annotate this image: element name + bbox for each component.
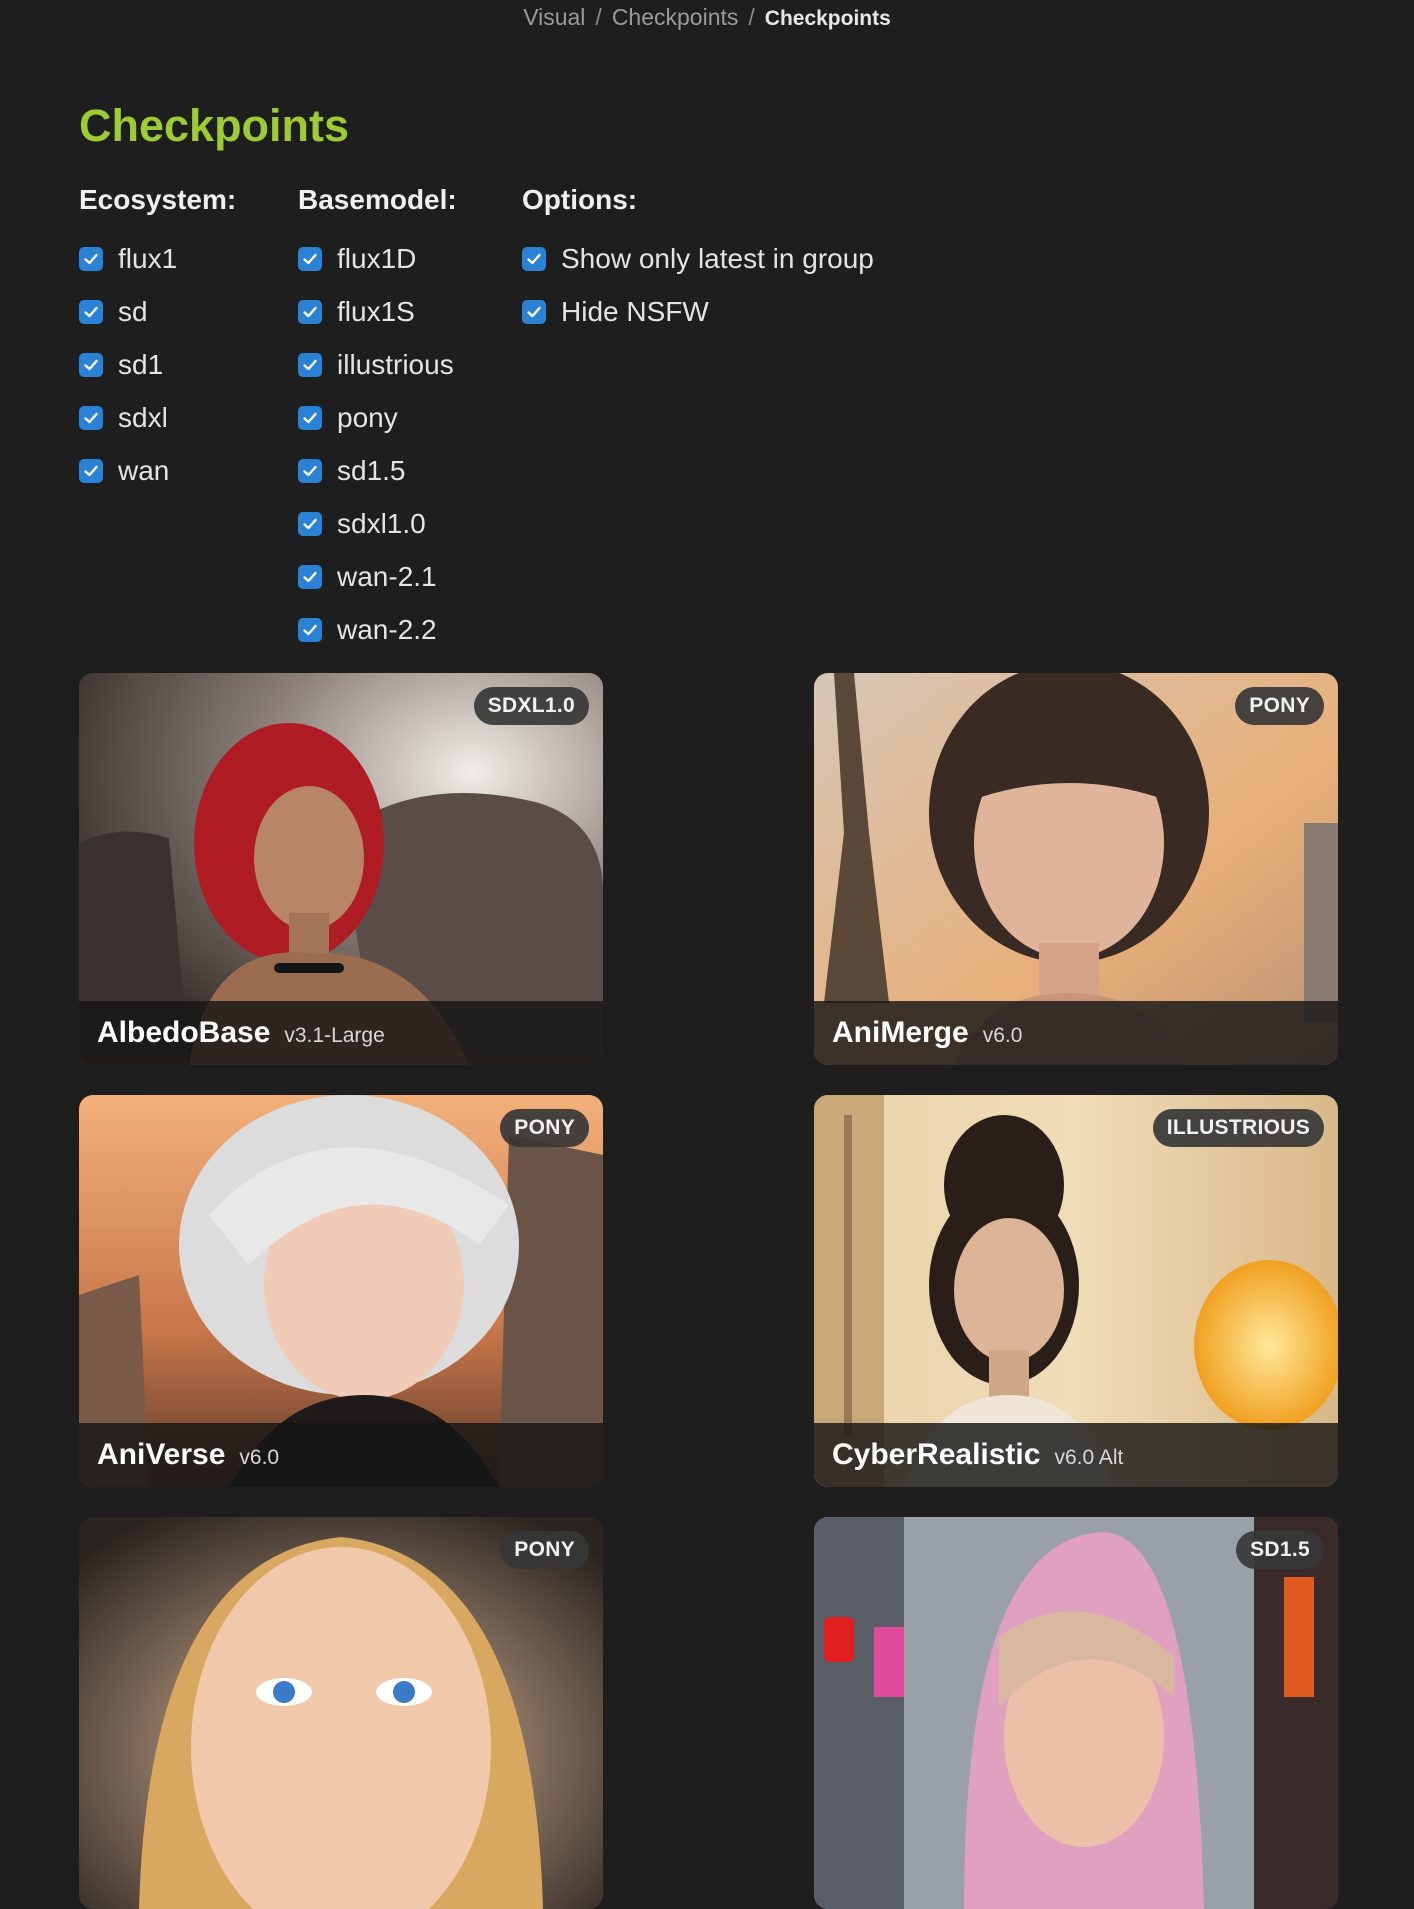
- option-label: wan-2.1: [337, 560, 437, 592]
- breadcrumb-separator: /: [595, 4, 602, 30]
- page-title: Checkpoints: [79, 100, 350, 151]
- checkbox[interactable]: [298, 246, 322, 271]
- breadcrumb-checkpoints-link[interactable]: Checkpoints: [612, 4, 739, 30]
- ecosystem-heading: Ecosystem:: [79, 184, 237, 215]
- breadcrumb-separator: /: [748, 4, 755, 30]
- checkbox[interactable]: [298, 352, 322, 377]
- basemodel-badge: SDXL1.0: [473, 687, 589, 725]
- checkbox[interactable]: [298, 405, 322, 430]
- model-version: v6.0: [239, 1446, 280, 1469]
- option-label: illustrious: [337, 348, 454, 380]
- model-version: v6.0 Alt: [1054, 1446, 1124, 1469]
- option-hide-nsfw[interactable]: Hide NSFW: [522, 285, 874, 338]
- basemodel-option-illustrious[interactable]: illustrious: [298, 338, 457, 391]
- option-label: flux1: [118, 242, 178, 274]
- checkbox[interactable]: [522, 246, 546, 271]
- model-name: AlbedoBase: [97, 1016, 271, 1049]
- model-name: CyberRealistic: [832, 1438, 1041, 1471]
- checkpoint-card-animerge[interactable]: PONY AniMerge v6.0: [814, 673, 1338, 1065]
- checkbox[interactable]: [298, 511, 322, 536]
- option-label: sdxl: [118, 401, 168, 433]
- checkbox[interactable]: [298, 617, 322, 642]
- checkbox[interactable]: [522, 299, 546, 324]
- option-label: wan-2.2: [337, 613, 437, 645]
- model-name: AniVerse: [97, 1438, 226, 1471]
- basemodel-badge: ILLUSTRIOUS: [1152, 1109, 1324, 1147]
- ecosystem-option-sd1[interactable]: sd1: [79, 338, 236, 391]
- basemodel-option-flux1s[interactable]: flux1S: [298, 285, 457, 338]
- option-show-only-latest[interactable]: Show only latest in group: [522, 232, 874, 285]
- ecosystem-option-wan[interactable]: wan: [79, 444, 236, 497]
- model-version: v6.0: [982, 1024, 1023, 1047]
- model-name: AniMerge: [832, 1016, 969, 1049]
- ecosystem-option-sd[interactable]: sd: [79, 285, 236, 338]
- portrait-image: [814, 1517, 1338, 1909]
- breadcrumb: Visual / Checkpoints / Checkpoints: [0, 4, 1414, 31]
- ecosystem-filter: Ecosystem: flux1 sd sd1 sdxl wan: [79, 180, 236, 497]
- basemodel-badge: PONY: [1235, 687, 1324, 725]
- basemodel-option-flux1d[interactable]: flux1D: [298, 232, 457, 285]
- basemodel-option-sdxl10[interactable]: sdxl1.0: [298, 497, 457, 550]
- checkbox[interactable]: [79, 246, 103, 271]
- breadcrumb-current: Checkpoints: [764, 7, 891, 30]
- basemodel-option-sd15[interactable]: sd1.5: [298, 444, 457, 497]
- checkbox[interactable]: [298, 299, 322, 324]
- basemodel-badge: PONY: [500, 1109, 589, 1147]
- basemodel-option-wan21[interactable]: wan-2.1: [298, 550, 457, 603]
- checkpoint-card-cyberrealistic[interactable]: ILLUSTRIOUS CyberRealistic v6.0 Alt: [814, 1095, 1338, 1487]
- basemodel-option-pony[interactable]: pony: [298, 391, 457, 444]
- breadcrumb-visual-link[interactable]: Visual: [523, 4, 585, 30]
- card-caption: AlbedoBase v3.1-Large: [79, 1001, 603, 1065]
- checkpoint-card-6[interactable]: SD1.5: [814, 1517, 1338, 1909]
- option-label: sdxl1.0: [337, 507, 426, 539]
- basemodel-badge: PONY: [500, 1531, 589, 1569]
- checkpoint-card-albedobase[interactable]: SDXL1.0 AlbedoBase v3.1-Large: [79, 673, 603, 1065]
- ecosystem-option-flux1[interactable]: flux1: [79, 232, 236, 285]
- ecosystem-option-sdxl[interactable]: sdxl: [79, 391, 236, 444]
- checkpoint-card-5[interactable]: PONY: [79, 1517, 603, 1909]
- basemodel-badge: SD1.5: [1236, 1531, 1324, 1569]
- card-caption: CyberRealistic v6.0 Alt: [814, 1423, 1338, 1487]
- card-caption: AniVerse v6.0: [79, 1423, 603, 1487]
- option-label: flux1D: [337, 242, 417, 274]
- options-filter: Options: Show only latest in group Hide …: [522, 180, 874, 338]
- basemodel-option-wan22[interactable]: wan-2.2: [298, 603, 457, 656]
- option-label: pony: [337, 401, 398, 433]
- checkbox[interactable]: [79, 405, 103, 430]
- checkbox[interactable]: [79, 299, 103, 324]
- option-label: sd: [118, 295, 148, 327]
- checkpoint-card-aniverse[interactable]: PONY AniVerse v6.0: [79, 1095, 603, 1487]
- checkbox[interactable]: [79, 458, 103, 483]
- option-label: sd1.5: [337, 454, 406, 486]
- options-heading: Options:: [522, 184, 638, 215]
- option-label: wan: [118, 454, 170, 486]
- option-label: Hide NSFW: [561, 295, 709, 327]
- basemodel-filter: Basemodel: flux1D flux1S illustrious pon…: [298, 180, 457, 656]
- option-label: sd1: [118, 348, 164, 380]
- checkbox[interactable]: [298, 564, 322, 589]
- option-label: flux1S: [337, 295, 415, 327]
- portrait-image: [79, 1517, 603, 1909]
- card-caption: AniMerge v6.0: [814, 1001, 1338, 1065]
- checkbox[interactable]: [298, 458, 322, 483]
- basemodel-heading: Basemodel:: [298, 184, 457, 215]
- model-version: v3.1-Large: [284, 1024, 385, 1047]
- option-label: Show only latest in group: [561, 242, 874, 274]
- checkbox[interactable]: [79, 352, 103, 377]
